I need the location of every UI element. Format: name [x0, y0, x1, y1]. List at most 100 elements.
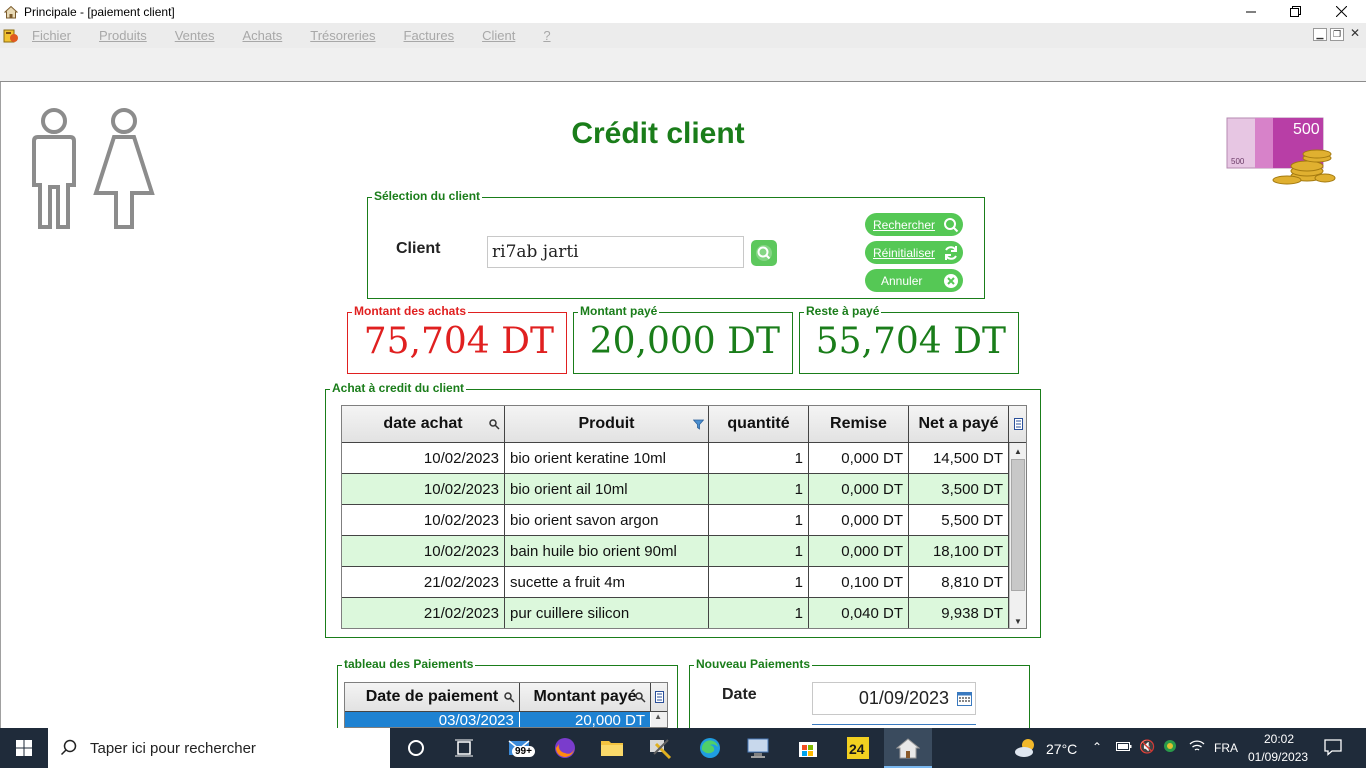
firefox-app[interactable]	[545, 728, 585, 768]
minimize-button[interactable]	[1228, 0, 1274, 23]
client-input[interactable]: ri7ab jarti	[487, 236, 744, 268]
window-title: Principale - [paiement client]	[24, 4, 175, 19]
file-explorer-app[interactable]	[592, 728, 632, 768]
close-icon	[1335, 6, 1347, 17]
tools-app[interactable]	[640, 728, 680, 768]
weather-temperature: 27°C	[1046, 741, 1078, 757]
cell-produit: bio orient savon argon	[505, 505, 709, 536]
scrollbar-thumb[interactable]	[1011, 459, 1025, 591]
scroll-up-arrow-icon[interactable]: ▲	[654, 712, 662, 721]
annuler-button[interactable]: Annuler	[865, 269, 963, 292]
clock-time[interactable]: 20:02	[1264, 732, 1294, 746]
table-row[interactable]: 10/02/2023 bio orient savon argon 1 0,00…	[342, 505, 1009, 536]
reinitialiser-button[interactable]: Réinitialiser	[865, 241, 963, 264]
column-header-date-paiement[interactable]: Date de paiement	[345, 683, 520, 712]
table-row[interactable]: 10/02/2023 bain huile bio orient 90ml 1 …	[342, 536, 1009, 567]
child-restore-button[interactable]: ❐	[1330, 28, 1344, 41]
notifications-icon[interactable]	[1324, 738, 1342, 759]
cell-date: 10/02/2023	[342, 443, 505, 474]
cell-net: 5,500 DT	[909, 505, 1009, 536]
calendar-icon[interactable]	[957, 691, 972, 706]
weather-cloudy-icon	[1015, 739, 1034, 757]
menu-client[interactable]: Client	[482, 28, 515, 43]
search-sort-icon[interactable]	[635, 692, 646, 706]
search-sort-icon[interactable]	[489, 419, 500, 433]
weather-widget[interactable]	[1008, 728, 1044, 768]
column-header-net-a-paye[interactable]: Net a payé	[909, 406, 1009, 443]
app-24-button[interactable]: 24	[838, 728, 878, 768]
battery-icon[interactable]	[1116, 740, 1132, 755]
store-app[interactable]	[788, 728, 828, 768]
edge-icon	[700, 738, 720, 758]
table-row[interactable]: 10/02/2023 bio orient keratine 10ml 1 0,…	[342, 443, 1009, 474]
column-chooser-button[interactable]	[1009, 406, 1026, 443]
montant-paye-value: 20,000 DT	[589, 321, 780, 362]
montant-paye-box: Montant payé 20,000 DT	[573, 304, 793, 374]
chevron-up-icon[interactable]: ⌃	[1092, 740, 1102, 754]
menu-fichier[interactable]: Fichier	[32, 28, 71, 43]
start-button[interactable]	[0, 728, 48, 768]
close-button[interactable]	[1318, 0, 1364, 23]
security-icon[interactable]	[1162, 738, 1178, 757]
table-row[interactable]: 21/02/2023 pur cuillere silicon 1 0,040 …	[342, 598, 1009, 628]
scroll-up-arrow-icon[interactable]: ▲	[1010, 443, 1026, 459]
annuler-label: Annuler	[881, 273, 923, 288]
reste-a-payer-value: 55,704 DT	[815, 321, 1006, 362]
scroll-down-arrow-icon[interactable]: ▼	[1010, 613, 1026, 628]
column-header-label: Montant payé	[533, 688, 637, 705]
svg-text:24: 24	[849, 741, 865, 757]
menu-achats[interactable]: Achats	[242, 28, 282, 43]
menu-factures[interactable]: Factures	[404, 28, 455, 43]
money-icon: 500 500	[1226, 117, 1336, 185]
rechercher-button[interactable]: Rechercher	[865, 213, 963, 236]
column-header-quantite[interactable]: quantité	[709, 406, 809, 443]
child-close-button[interactable]: ✕	[1348, 27, 1362, 41]
language-indicator[interactable]: FRA	[1214, 741, 1238, 755]
search-icon	[60, 739, 77, 756]
montant-achats-box: Montant des achats 75,704 DT	[347, 304, 567, 374]
table-scrollbar[interactable]: ▲ ▼	[1009, 443, 1026, 628]
payments-table-row-selected[interactable]: 03/03/2023 20,000 DT ▲	[345, 712, 667, 727]
restore-button[interactable]	[1272, 0, 1318, 23]
menu-help[interactable]: ?	[543, 28, 550, 43]
client-search-button[interactable]	[751, 240, 777, 266]
search-sort-icon[interactable]	[504, 692, 515, 706]
payments-scrollbar[interactable]: ▲	[651, 712, 667, 727]
filter-icon[interactable]	[692, 419, 705, 433]
table-row[interactable]: 21/02/2023 sucette a fruit 4m 1 0,100 DT…	[342, 567, 1009, 598]
date-label: Date	[722, 686, 757, 703]
column-header-remise[interactable]: Remise	[809, 406, 909, 443]
cell-date: 21/02/2023	[342, 598, 505, 628]
page-title: Crédit client	[571, 117, 745, 150]
edge-app[interactable]	[690, 728, 730, 768]
cell-date: 21/02/2023	[342, 567, 505, 598]
reste-a-payer-box: Reste à payé 55,704 DT	[799, 304, 1019, 374]
cortana-button[interactable]	[396, 728, 436, 768]
volume-muted-icon[interactable]: 🔇	[1139, 739, 1155, 755]
table-row[interactable]: 10/02/2023 bio orient ail 10ml 1 0,000 D…	[342, 474, 1009, 505]
principale-app[interactable]	[884, 728, 932, 768]
task-view-button[interactable]	[444, 728, 484, 768]
cell-quantite: 1	[709, 536, 809, 567]
app-24-icon: 24	[847, 737, 869, 759]
taskbar-search[interactable]: Taper ici pour rechercher	[48, 728, 390, 768]
menu-ventes[interactable]: Ventes	[175, 28, 215, 43]
remote-app[interactable]	[738, 728, 778, 768]
mail-badge: 99+	[512, 746, 535, 757]
column-header-date-achat[interactable]: date achat	[342, 406, 505, 443]
menu-tresoreries[interactable]: Trésoreries	[310, 28, 375, 43]
column-header-produit[interactable]: Produit	[505, 406, 709, 443]
rechercher-label: Rechercher	[873, 217, 936, 232]
cell-quantite: 1	[709, 598, 809, 628]
child-minimize-button[interactable]: ▁	[1313, 28, 1327, 41]
column-chooser-button[interactable]	[651, 683, 667, 712]
column-header-label: Date de paiement	[365, 688, 499, 705]
column-header-montant-paye[interactable]: Montant payé	[519, 683, 652, 712]
clock-date[interactable]: 01/09/2023	[1248, 750, 1308, 764]
mail-app[interactable]: 99+	[500, 728, 540, 768]
svg-text:500: 500	[1231, 157, 1245, 166]
wifi-icon[interactable]	[1189, 739, 1205, 756]
menu-produits[interactable]: Produits	[99, 28, 147, 43]
column-header-label: Net a payé	[918, 415, 999, 432]
payment-date-input[interactable]: 01/09/2023	[812, 682, 976, 715]
